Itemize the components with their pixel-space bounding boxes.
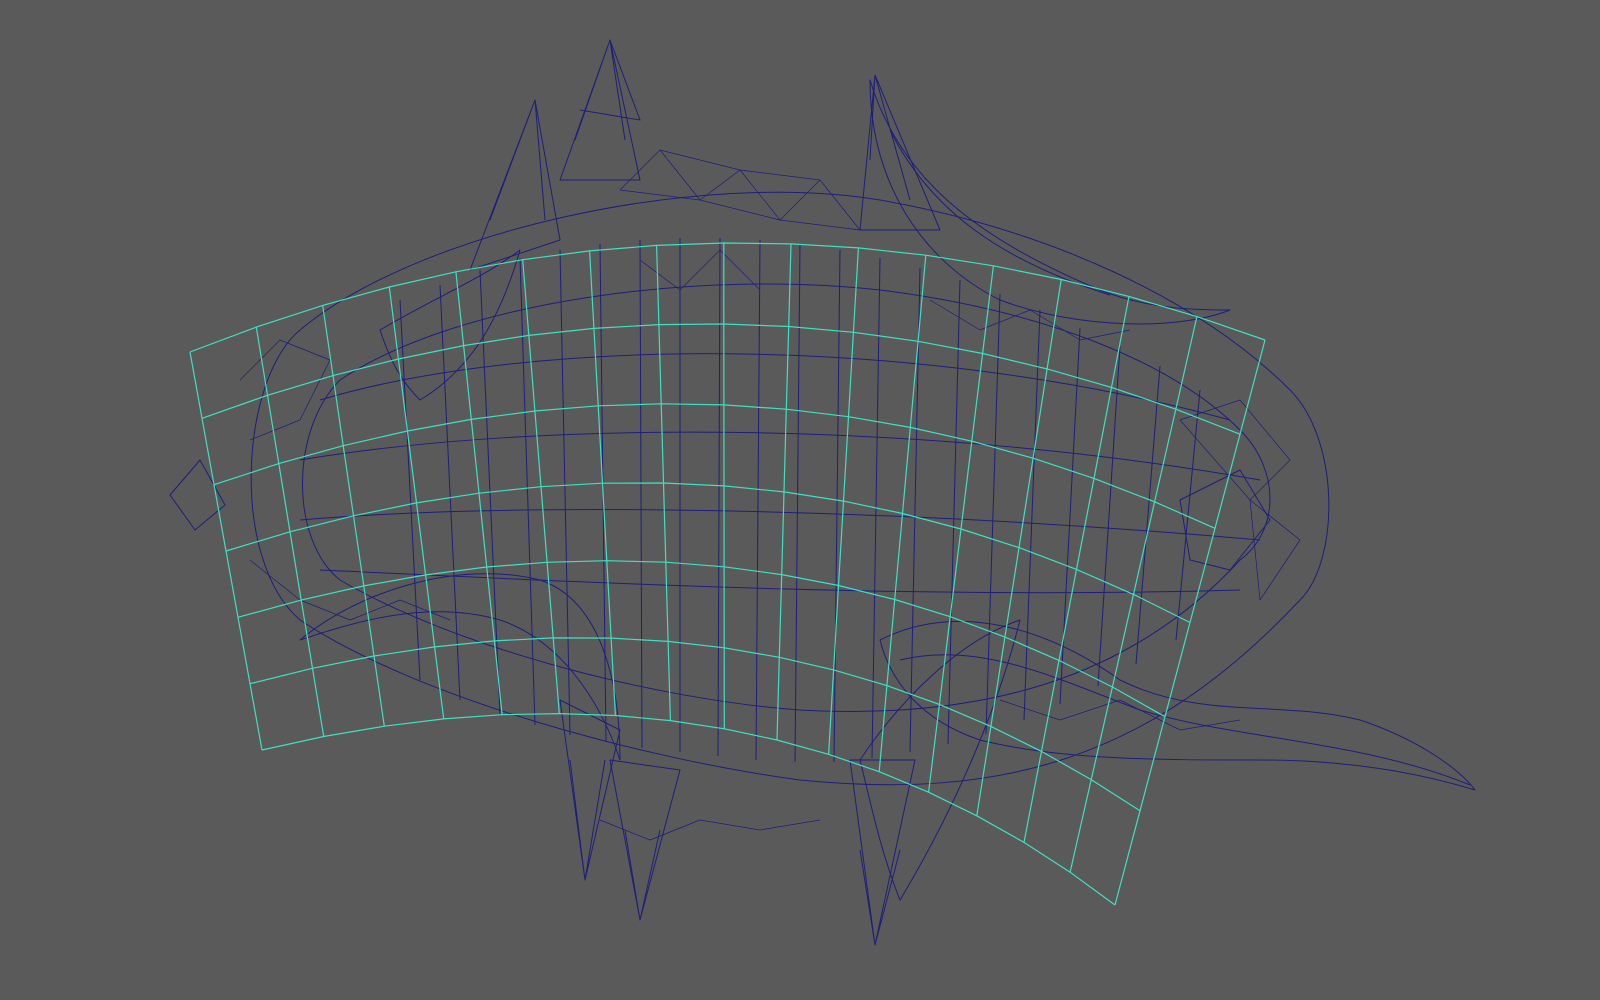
mesh-spike-bottom-2	[609, 759, 681, 921]
viewport-canvas[interactable]	[0, 0, 1600, 1000]
lattice-column-line	[1114, 339, 1266, 906]
lattice-row-line	[213, 403, 1216, 529]
mesh-spike-top-3	[859, 74, 941, 231]
lattice-row-line	[261, 712, 1116, 906]
mesh-triangulation	[239, 149, 1301, 841]
lattice-column-line	[1069, 316, 1198, 873]
mesh-spike-bottom-3	[849, 759, 916, 946]
mesh-horn-top-right-detail	[889, 129, 1111, 296]
lattice-row-line	[201, 323, 1241, 435]
lattice-column-line	[828, 247, 859, 755]
mesh-right-knob	[1179, 469, 1271, 571]
spiked-ring-mesh[interactable]	[169, 39, 1476, 946]
mesh-band-1	[319, 353, 1231, 421]
bend-deformer-lattice[interactable]	[189, 242, 1266, 906]
lattice-row-line	[237, 560, 1166, 718]
lattice-row-line	[225, 482, 1191, 624]
mesh-right-end	[1289, 389, 1330, 601]
mesh-inner-top	[339, 283, 1241, 431]
mesh-band-3	[299, 509, 1261, 541]
lattice-column-line	[455, 271, 503, 715]
lattice-column-line	[878, 255, 927, 772]
3d-viewport[interactable]	[0, 0, 1600, 1000]
mesh-spike-bottom-1	[559, 699, 621, 881]
mesh-inner-left	[302, 379, 341, 581]
mesh-spike-left-tip	[169, 459, 226, 531]
mesh-horn-top-right	[869, 79, 1231, 325]
mesh-horn-lower-right-detail	[899, 654, 1471, 786]
lattice-column-line	[1023, 296, 1130, 843]
mesh-left-end	[250, 329, 301, 621]
mesh-vertical-ribs	[399, 237, 1201, 763]
lattice-row-line	[189, 242, 1266, 353]
lattice-column-line	[322, 305, 385, 727]
mesh-spike-top-2	[469, 99, 561, 271]
lattice-column-line	[189, 351, 263, 751]
mesh-band-2	[299, 431, 1261, 481]
mesh-spike-top-1	[559, 39, 641, 181]
lattice-column-line	[522, 259, 560, 714]
lattice-column-line	[723, 243, 725, 729]
mesh-band-4	[319, 569, 1241, 594]
lattice-column-line	[976, 279, 1062, 816]
